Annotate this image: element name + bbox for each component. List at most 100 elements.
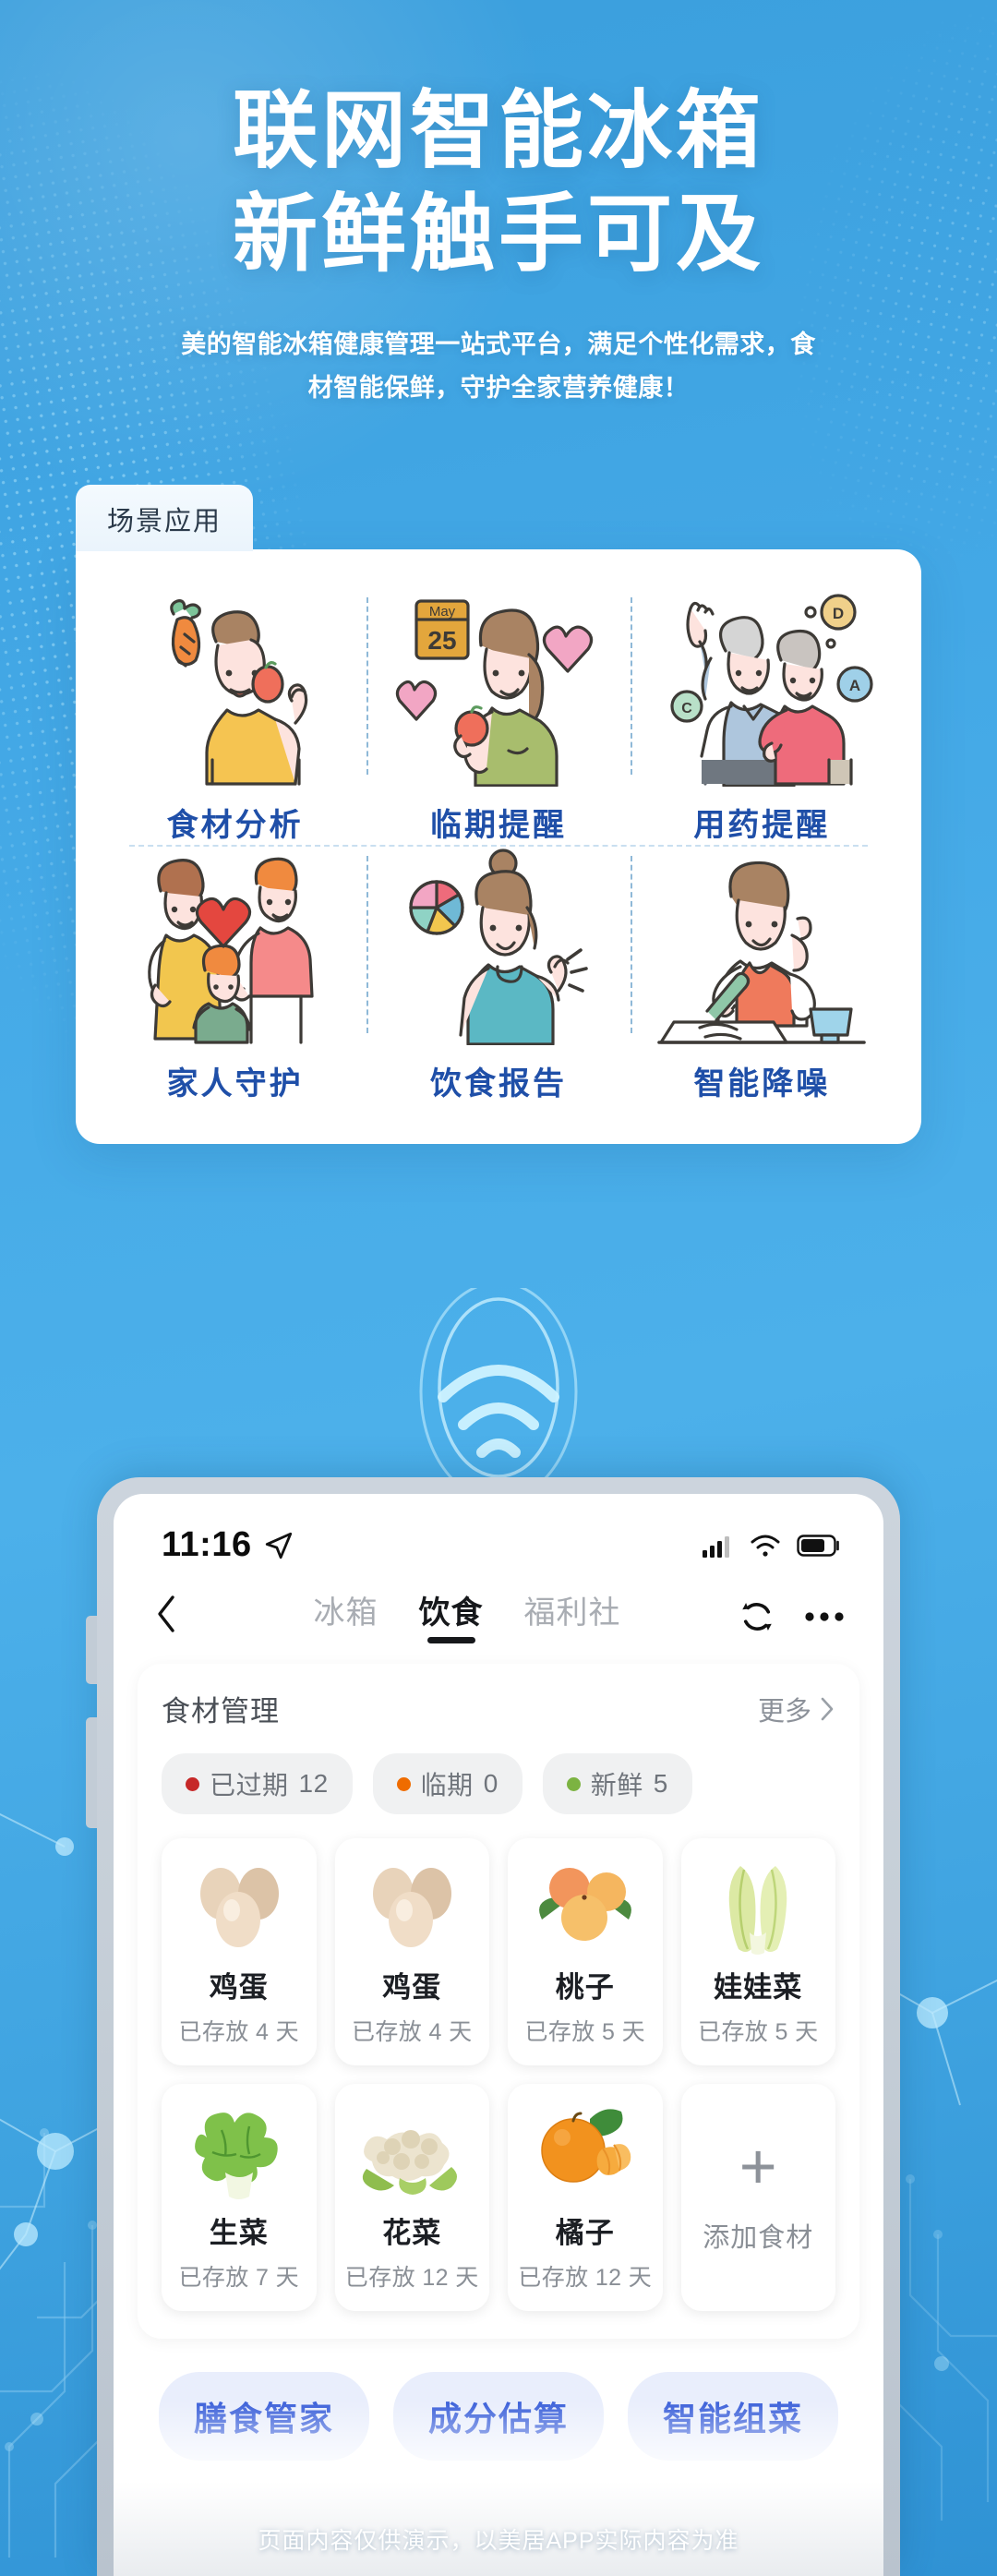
feature-label: 临期提醒	[429, 808, 567, 843]
family-heart-icon	[147, 857, 314, 1044]
nav-tab-diet[interactable]: 饮食	[419, 1587, 484, 1645]
svg-text:D: D	[833, 605, 844, 622]
status-dot	[566, 1776, 581, 1791]
back-button[interactable]	[154, 1594, 197, 1639]
food-item-name: 娃娃菜	[714, 1971, 803, 2004]
chevron-right-icon	[821, 1697, 834, 1720]
wifi-icon	[751, 1535, 780, 1557]
feature-item-family-care[interactable]: 家人守护	[103, 847, 366, 1103]
phone-screen: 11:16 冰箱 饮食 福利社 食材管理 更多 已过期 12 临期 0 新鲜 5…	[114, 1494, 883, 2576]
food-item-card[interactable]: 生菜 已存放 7 天	[162, 2084, 317, 2311]
svg-text:25: 25	[427, 626, 456, 655]
feature-item-expiry-reminder[interactable]: May 25 临期提醒	[366, 588, 630, 845]
cauliflower-icon	[363, 2130, 458, 2195]
action-button-diet-manager[interactable]: 膳食管家	[158, 2372, 369, 2461]
status-chip-expired[interactable]: 已过期 12	[162, 1753, 353, 1814]
woman-writing-desk-icon	[657, 861, 867, 1044]
plus-icon: +	[739, 2129, 777, 2202]
status-chip-near-expiry[interactable]: 临期 0	[372, 1753, 523, 1814]
lettuce-icon	[194, 2113, 278, 2199]
food-item-name: 花菜	[382, 2217, 442, 2249]
app-navbar: 冰箱 饮食 福利社	[114, 1572, 883, 1651]
food-item-card[interactable]: 娃娃菜 已存放 5 天	[680, 1838, 835, 2065]
feature-label: 用药提醒	[693, 808, 831, 843]
food-item-card[interactable]: 橘子 已存放 12 天	[508, 2084, 663, 2311]
person-with-vegetables-icon	[169, 599, 307, 786]
food-item-days: 已存放 4 天	[351, 2019, 473, 2045]
cellular-signal-icon	[703, 1535, 729, 1558]
status-chip-count: 12	[298, 1769, 329, 1798]
status-chip-label: 临期	[420, 1771, 474, 1800]
food-item-name: 鸡蛋	[382, 1971, 442, 2004]
status-chip-fresh[interactable]: 新鲜 5	[542, 1753, 692, 1814]
hero-title-line-2: 新鲜触手可及	[232, 187, 764, 283]
chevron-left-icon	[158, 1595, 174, 1632]
action-button-nutrition-est[interactable]: 成分估算	[392, 2372, 604, 2461]
scenario-panel-tab[interactable]: 场景应用	[76, 485, 254, 551]
peaches-icon	[538, 1868, 631, 1941]
hero-subtitle: 美的智能冰箱健康管理一站式平台，满足个性化需求，食 材智能保鲜，守护全家营养健康…	[138, 323, 859, 409]
food-item-name: 桃子	[555, 1971, 615, 2004]
feature-item-noise-reduction[interactable]: 智能降噪	[630, 847, 894, 1103]
nav-tab-list: 冰箱 饮食 福利社	[197, 1587, 738, 1645]
status-bar-left: 11:16	[162, 1525, 294, 1565]
nav-tab-fridge[interactable]: 冰箱	[314, 1587, 378, 1645]
wifi-signal-icon	[419, 1288, 578, 1500]
hero-subtitle-line-2: 材智能保鲜，守护全家营养健康！	[307, 373, 690, 402]
food-item-days: 已存放 12 天	[344, 2265, 479, 2291]
page-title: 联网智能冰箱 新鲜触手可及	[0, 79, 997, 286]
location-arrow-icon	[265, 1532, 292, 1559]
calendar-woman-apple-icon: May 25	[395, 599, 594, 787]
status-chip-label: 新鲜	[590, 1771, 643, 1800]
status-chip-list: 已过期 12 临期 0 新鲜 5	[162, 1753, 835, 1814]
status-chip-count: 0	[483, 1769, 498, 1798]
hero-subtitle-line-1: 美的智能冰箱健康管理一站式平台，满足个性化需求，食	[181, 331, 816, 359]
scenario-panel-body: 食材分析 May 25 临期提醒 D A C 用药提醒 家人守护 饮食报告 智能…	[76, 549, 921, 1144]
feature-label: 食材分析	[166, 808, 304, 843]
feature-label: 智能降噪	[693, 1066, 831, 1101]
status-dot	[396, 1776, 411, 1791]
action-button-smart-menu[interactable]: 智能组菜	[628, 2372, 839, 2461]
feature-item-medication-reminder[interactable]: D A C 用药提醒	[630, 588, 894, 845]
food-item-days: 已存放 12 天	[518, 2265, 653, 2291]
action-button-row: 膳食管家 成分估算 智能组菜	[138, 2372, 859, 2461]
status-chip-label: 已过期	[210, 1771, 289, 1800]
food-item-days: 已存放 4 天	[178, 2019, 300, 2045]
phone-volume-button-down[interactable]	[86, 1717, 97, 1828]
baby-cabbage-icon	[729, 1866, 787, 1955]
nav-tab-welfare[interactable]: 福利社	[524, 1587, 621, 1645]
status-dot	[186, 1776, 199, 1791]
hero-title-line-1: 联网智能冰箱	[232, 84, 764, 178]
status-bar-time: 11:16	[162, 1525, 252, 1564]
food-item-name: 橘子	[555, 2217, 615, 2249]
footer-disclaimer: 页面内容仅供演示，以美居APP实际内容为准	[258, 2528, 739, 2554]
food-item-card[interactable]: 鸡蛋 已存放 4 天	[162, 1838, 317, 2065]
food-card-title: 食材管理	[162, 1695, 280, 1727]
feature-item-food-analysis[interactable]: 食材分析	[103, 588, 366, 845]
food-item-name: 鸡蛋	[209, 1971, 269, 2004]
nav-icon-group	[738, 1597, 845, 1636]
svg-text:C: C	[682, 701, 693, 716]
feature-label: 饮食报告	[429, 1066, 567, 1101]
status-bar-right	[701, 1533, 841, 1559]
food-card-header: 食材管理 更多	[162, 1688, 835, 1729]
scenario-panel: 场景应用 食材分析 May 25 临期提醒 D A C 用药提醒 家人守护 饮食…	[76, 485, 921, 1146]
phone-mockup: 11:16 冰箱 饮食 福利社 食材管理 更多 已过期 12 临期 0 新鲜 5…	[86, 1477, 900, 2576]
food-item-card[interactable]: 鸡蛋 已存放 4 天	[334, 1838, 489, 2065]
elderly-couple-vitamins-icon: D A C	[670, 594, 873, 787]
more-dots-icon[interactable]	[804, 1608, 845, 1625]
svg-text:May: May	[429, 604, 456, 620]
orange-icon	[541, 2109, 631, 2183]
food-card-more-link[interactable]: 更多	[758, 1690, 835, 1728]
feature-item-diet-report[interactable]: 饮食报告	[366, 847, 630, 1103]
add-food-item-button[interactable]: + 添加食材	[680, 2084, 835, 2311]
food-card-more-label: 更多	[757, 1696, 811, 1727]
refresh-icon[interactable]	[738, 1597, 776, 1636]
phone-volume-button-up[interactable]	[86, 1616, 97, 1684]
food-item-name: 生菜	[209, 2217, 269, 2249]
food-item-card[interactable]: 桃子 已存放 5 天	[508, 1838, 663, 2065]
add-food-item-label: 添加食材	[703, 2222, 814, 2253]
feature-row-1: 食材分析 May 25 临期提醒 D A C 用药提醒	[103, 588, 894, 845]
woman-pie-chart-icon	[409, 849, 588, 1045]
food-item-card[interactable]: 花菜 已存放 12 天	[334, 2084, 489, 2311]
